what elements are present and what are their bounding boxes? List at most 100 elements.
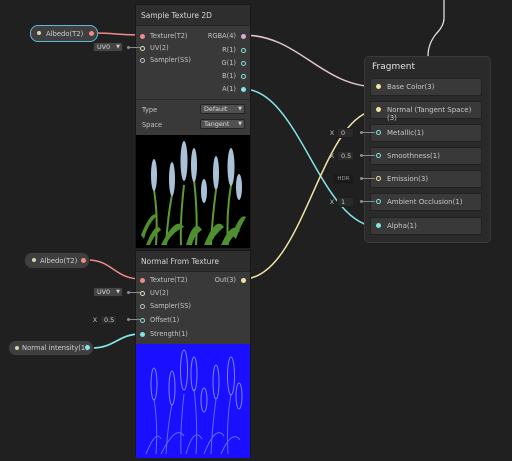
port-label: B(1) — [222, 72, 236, 80]
slot-label: Base Color(3) — [387, 83, 435, 91]
input-port-texture[interactable]: Texture(T2) — [140, 31, 188, 42]
port-label: R(1) — [222, 46, 236, 54]
input-port-uv[interactable]: UV(2) — [140, 43, 169, 54]
albedo-property-node-2[interactable]: Albedo(T2) — [24, 252, 90, 269]
smoothness-value-field[interactable]: 0.5 — [337, 151, 354, 161]
space-label: Space — [142, 121, 163, 129]
input-port-texture[interactable]: Texture(T2) — [140, 275, 188, 286]
base-color-port-dot — [376, 84, 381, 89]
hdr-label: HDR — [337, 176, 350, 182]
a-port-dot — [241, 87, 246, 92]
port-label: A(1) — [222, 85, 236, 93]
uv-port-dot — [140, 291, 145, 296]
input-port-uv[interactable]: UV(2) — [140, 288, 169, 299]
port-label: G(1) — [221, 59, 236, 67]
input-port-sampler[interactable]: Sampler(SS) — [140, 55, 191, 66]
ao-value: 1 — [341, 198, 346, 206]
normal-intensity-property-node[interactable]: Normal intensity(1) — [8, 340, 94, 356]
offset-port-dot — [140, 318, 145, 323]
input-port-offset[interactable]: Offset(1) — [140, 315, 179, 326]
property-dot-icon — [37, 31, 41, 35]
port-label: Texture(T2) — [150, 32, 188, 40]
chevron-down-icon: ▼ — [238, 121, 242, 127]
texture-output-port[interactable] — [81, 258, 86, 263]
normal-port-dot — [376, 107, 381, 112]
ao-value-field[interactable]: 1 — [337, 197, 354, 207]
fragment-slot-metallic[interactable]: Metallic(1) — [370, 124, 482, 142]
smoothness-port-dot — [376, 153, 381, 158]
slot-label: Normal (Tangent Space)(3) — [387, 106, 472, 122]
port-label: UV(2) — [150, 289, 169, 297]
port-label: Out(3) — [214, 276, 236, 284]
slot-label: Smoothness(1) — [387, 152, 440, 160]
port-label: Offset(1) — [150, 316, 180, 324]
port-label: UV(2) — [150, 44, 169, 52]
output-port-b[interactable]: B(1) — [222, 71, 246, 82]
type-label: Type — [142, 106, 158, 114]
uv-connector-line — [127, 47, 140, 48]
uv-channel-dropdown[interactable]: UV0 ▼ — [93, 42, 123, 52]
fragment-slot-alpha[interactable]: Alpha(1) — [370, 217, 482, 235]
float-output-port[interactable] — [85, 345, 90, 350]
node-title: Normal From Texture — [136, 251, 250, 272]
wire-vertex-to-fragment — [427, 0, 445, 57]
type-value: Default — [204, 105, 228, 113]
emission-connector-line — [360, 178, 375, 179]
grass-preview-image — [141, 141, 246, 246]
normal-map-preview — [136, 344, 250, 458]
albedo-property-node[interactable]: Albedo(T2) — [30, 25, 98, 42]
offset-axis-label: X — [92, 316, 98, 324]
uv-channel-dropdown-2[interactable]: UV0 ▼ — [93, 287, 123, 297]
strength-port-dot — [140, 332, 145, 337]
output-port-rgba[interactable]: RGBA(4) — [208, 31, 246, 42]
output-port-out[interactable]: Out(3) — [215, 275, 246, 286]
slot-label: Ambient Occlusion(1) — [387, 198, 463, 206]
alpha-port-dot — [376, 223, 381, 228]
smoothness-connector-line — [360, 155, 375, 156]
node-title: Sample Texture 2D — [136, 5, 250, 26]
fragment-slot-emission[interactable]: Emission(3) — [370, 170, 482, 188]
smoothness-axis-label: X — [329, 152, 335, 160]
texture-preview — [136, 135, 250, 248]
metallic-value-field[interactable]: 0 — [337, 128, 354, 138]
fragment-slot-ambient-occlusion[interactable]: Ambient Occlusion(1) — [370, 193, 482, 211]
input-port-sampler[interactable]: Sampler(SS) — [140, 301, 191, 312]
metallic-axis-label: X — [329, 129, 335, 137]
offset-value-field[interactable]: 0.5 — [100, 315, 117, 325]
texture-port-dot — [140, 34, 145, 39]
ao-connector-line — [360, 201, 375, 202]
output-port-r[interactable]: R(1) — [222, 45, 246, 56]
smoothness-value: 0.5 — [341, 152, 352, 160]
ao-port-dot — [376, 199, 381, 204]
r-port-dot — [241, 48, 246, 53]
fragment-slot-smoothness[interactable]: Smoothness(1) — [370, 147, 482, 165]
normal-preview-image — [145, 349, 243, 455]
texture-output-port[interactable] — [89, 31, 94, 36]
slot-label: Alpha(1) — [387, 222, 417, 230]
output-port-g[interactable]: G(1) — [222, 58, 246, 69]
type-dropdown[interactable]: Default ▼ — [200, 104, 245, 114]
ao-axis-label: X — [329, 198, 335, 206]
uv-port-dot — [140, 46, 145, 51]
chevron-down-icon: ▼ — [116, 289, 120, 295]
normal-from-texture-node[interactable]: Normal From Texture Texture(T2) UV(2) Sa… — [135, 250, 251, 458]
normal-intensity-label: Normal intensity(1) — [22, 344, 88, 352]
space-dropdown[interactable]: Tangent ▼ — [200, 119, 245, 129]
sample-texture-2d-node[interactable]: Sample Texture 2D Texture(T2) UV(2) Samp… — [135, 4, 251, 248]
fragment-slot-normal[interactable]: Normal (Tangent Space)(3) — [370, 101, 482, 122]
out-port-dot — [241, 278, 246, 283]
port-label: Sampler(SS) — [150, 302, 191, 310]
emission-color-field[interactable]: HDR — [333, 174, 354, 184]
output-port-a[interactable]: A(1) — [222, 84, 246, 95]
b-port-dot — [241, 74, 246, 79]
wire-alpha — [242, 88, 380, 228]
input-port-strength[interactable]: Strength(1) — [140, 329, 188, 340]
rgba-port-dot — [241, 34, 246, 39]
metallic-connector-line — [360, 132, 375, 133]
settings-divider — [136, 99, 250, 100]
chevron-down-icon: ▼ — [116, 44, 120, 50]
port-label: Texture(T2) — [150, 276, 188, 284]
fragment-slot-base-color[interactable]: Base Color(3) — [370, 78, 482, 96]
port-label: RGBA(4) — [207, 32, 236, 40]
wire-rgba-to-basecolor — [242, 34, 380, 88]
